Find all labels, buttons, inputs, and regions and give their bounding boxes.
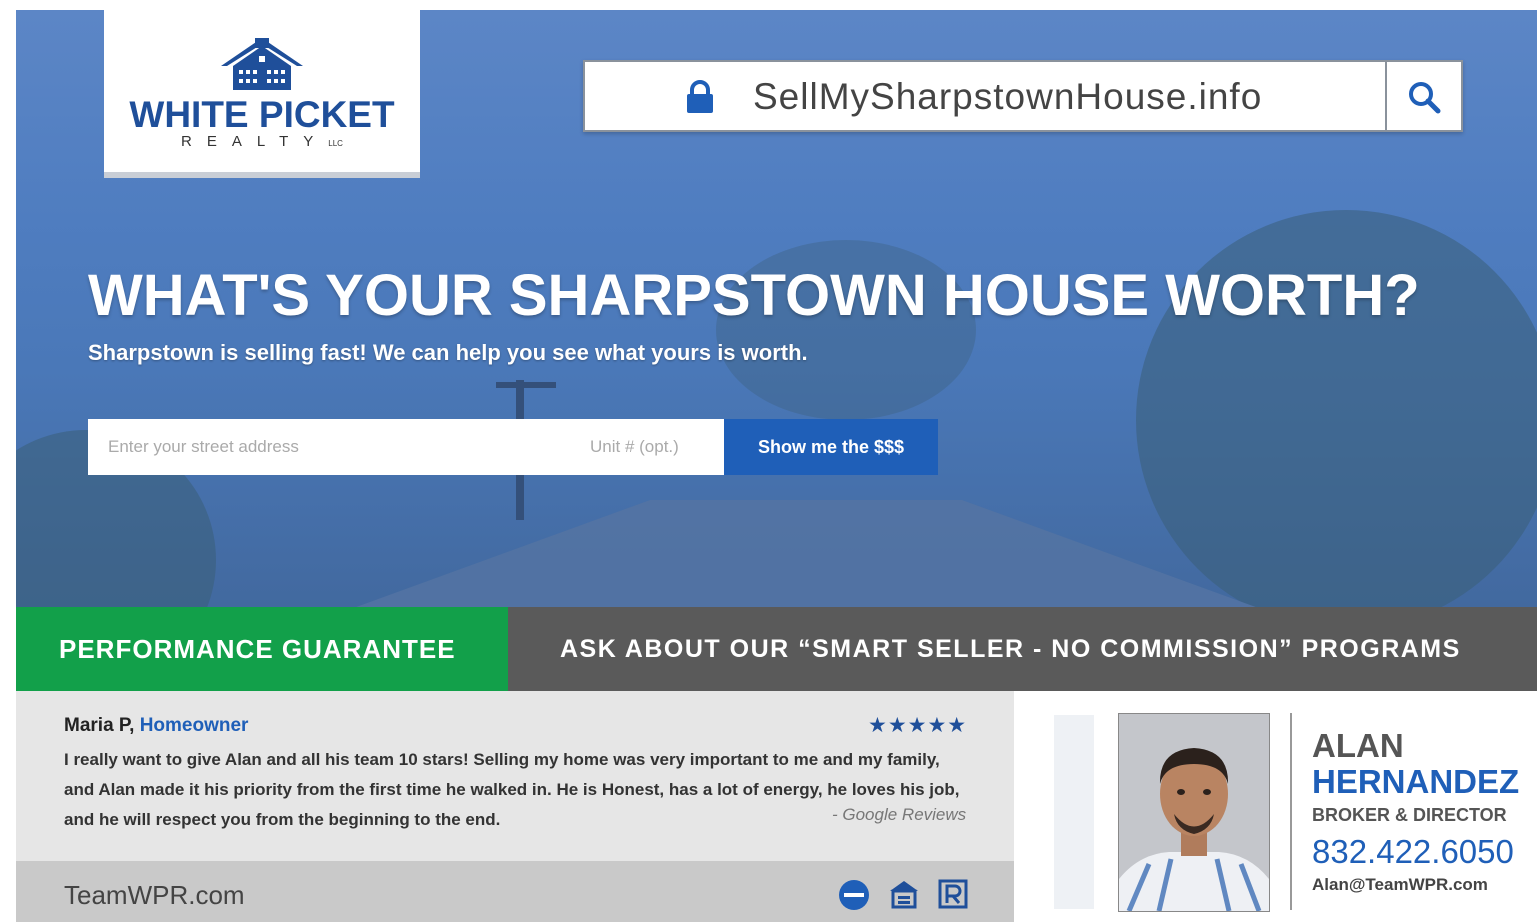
agent-last-name: HERNANDEZ [1312,763,1520,800]
agent-email[interactable]: Alan@TeamWPR.com [1312,875,1488,895]
agent-phone[interactable]: 832.422.6050 [1312,833,1514,871]
hero-section: WHITE PICKET REALTYLLC SellMySharpstownH… [16,10,1537,607]
reviewer-name: Maria P, [64,715,135,736]
search-icon [1409,82,1441,114]
reviewer: Maria P, Homeowner [64,715,248,737]
programs-banner: ASK ABOUT OUR “SMART SELLER - NO COMMISS… [508,607,1537,691]
programs-label: ASK ABOUT OUR “SMART SELLER - NO COMMISS… [560,635,1461,663]
star-rating: ★★★★★ [868,714,968,737]
hashtag: #TEAMWPR [1054,715,1213,909]
agent-portrait-image [1119,714,1269,911]
logo-subtitle: REALTYLLC [104,133,420,150]
agent-first-name: ALAN [1312,727,1404,764]
page-subheadline: Sharpstown is selling fast! We can help … [88,340,808,365]
guarantee-label: PERFORMANCE GUARANTEE [59,634,456,664]
equal-housing-icon [890,881,918,909]
website-link[interactable]: TeamWPR.com [64,880,245,911]
agent-card: #TEAMWPR ALAN HERNANDEZ BROKER & DIRECTO… [1014,691,1537,922]
logo-suffix: LLC [328,139,343,148]
background-pole [496,382,556,388]
realtor-icon [938,879,968,909]
divider [1290,713,1292,910]
logo-subtitle-text: REALTY [181,133,329,150]
house-logo-icon [221,38,303,90]
show-me-button[interactable]: Show me the $$$ [724,419,938,475]
logo-title: WHITE PICKET [129,94,395,135]
search-button[interactable] [1385,62,1461,130]
page-headline: WHAT'S YOUR SHARPSTOWN HOUSE WORTH? [88,263,1420,328]
performance-guarantee-banner: PERFORMANCE GUARANTEE [16,607,508,691]
har-badge-icon [839,880,869,910]
unit-number-input[interactable] [578,419,724,475]
url-text[interactable]: SellMySharpstownHouse.info [753,76,1262,118]
footer-bar: TeamWPR.com [16,861,1014,922]
testimonial: Maria P, Homeowner ★★★★★ I really want t… [16,691,1014,861]
address-bar[interactable]: SellMySharpstownHouse.info [583,60,1463,132]
reviewer-role: Homeowner [139,715,249,736]
flyer: WHITE PICKET REALTYLLC SellMySharpstownH… [16,10,1537,922]
company-logo[interactable]: WHITE PICKET REALTYLLC [104,10,420,178]
review-source: - Google Reviews [832,805,967,824]
lock-icon [687,80,713,113]
agent-photo [1118,713,1270,912]
agent-title: BROKER & DIRECTOR [1312,805,1507,825]
